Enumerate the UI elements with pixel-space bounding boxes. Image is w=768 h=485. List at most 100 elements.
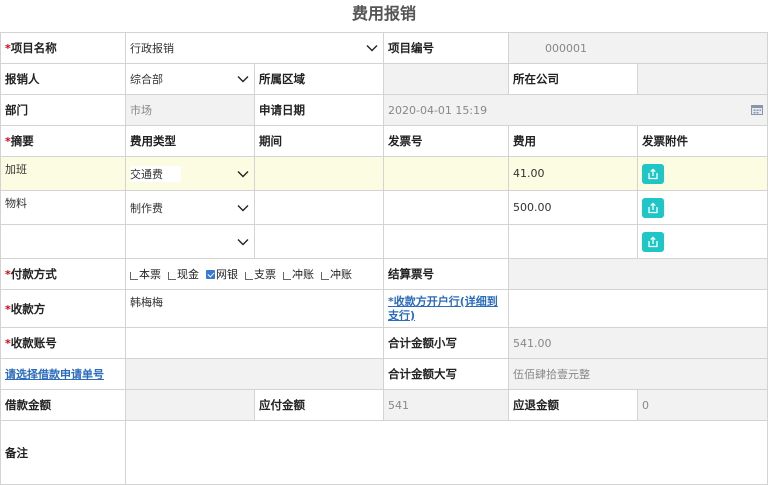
table-row — [0, 224, 768, 259]
upload-button[interactable] — [642, 231, 664, 252]
total-big-field: 伍佰肆拾壹元整 — [508, 358, 768, 390]
company-label: 所在公司 — [513, 72, 559, 86]
project-name-label: 项目名称 — [10, 41, 57, 55]
amount-input[interactable]: 41.00 — [508, 156, 638, 191]
upload-icon — [648, 167, 658, 179]
type-select[interactable]: 制作费 — [125, 190, 255, 225]
summary-input[interactable]: 加班 — [0, 156, 126, 191]
col-amount-header: 费用 — [513, 134, 536, 148]
payment-option-cheque[interactable]: 支票 — [245, 266, 276, 282]
checkbox-checked-icon — [206, 269, 215, 279]
upload-button[interactable] — [642, 163, 664, 184]
project-no-label-cell: 项目编号 — [383, 32, 509, 64]
apply-date-label: 申请日期 — [259, 103, 305, 117]
reporter-value: 综合部 — [130, 73, 163, 86]
chevron-down-icon — [237, 204, 249, 211]
loan-no-field — [125, 358, 384, 390]
amount-input[interactable]: 500.00 — [508, 190, 638, 225]
page-title: 费用报销 — [351, 4, 416, 23]
project-name-value: 行政报销 — [130, 42, 174, 55]
total-small-label: 合计金额小写 — [388, 336, 457, 350]
company-field — [637, 63, 768, 95]
total-big-label: 合计金额大写 — [388, 367, 457, 381]
payee-label: 收款方 — [10, 301, 46, 316]
amount-input[interactable] — [508, 224, 638, 259]
project-name-label-cell: *项目名称 — [0, 32, 126, 64]
checkbox-icon — [321, 272, 329, 280]
upload-icon — [648, 201, 658, 213]
chevron-down-icon — [366, 45, 378, 52]
settle-no-field — [508, 258, 768, 290]
type-select[interactable]: 交通费 — [125, 156, 255, 191]
checkbox-icon — [283, 272, 291, 280]
account-label: 收款账号 — [10, 336, 57, 350]
checkbox-icon — [168, 272, 176, 280]
loan-amount-field — [125, 389, 255, 421]
project-no-value: 000001 — [545, 41, 587, 55]
remark-label: 备注 — [5, 445, 28, 460]
region-field — [383, 63, 509, 95]
invoice-input[interactable] — [383, 190, 509, 225]
upload-icon — [648, 235, 658, 247]
dept-label: 部门 — [5, 103, 28, 117]
apply-date-field[interactable]: 2020-04-01 15:19 — [383, 94, 768, 126]
payment-option-bank-draft[interactable]: 本票 — [130, 266, 161, 282]
chevron-down-icon — [237, 238, 249, 245]
period-input[interactable] — [254, 224, 384, 259]
col-type-header: 费用类型 — [130, 134, 176, 148]
loan-select-link[interactable]: 请选择借款申请单号 — [5, 368, 104, 381]
type-select[interactable] — [125, 224, 255, 259]
project-no-label: 项目编号 — [388, 41, 434, 55]
loan-amount-label: 借款金额 — [5, 398, 51, 412]
col-attachment-header: 发票附件 — [642, 134, 688, 148]
summary-input[interactable] — [0, 224, 126, 259]
refund-label: 应退金额 — [513, 398, 559, 412]
refund-value: 0 — [642, 398, 649, 412]
calendar-icon[interactable] — [751, 104, 763, 115]
checkbox-icon — [245, 272, 253, 280]
payment-method-label: 付款方式 — [10, 267, 57, 281]
invoice-input[interactable] — [383, 224, 509, 259]
reporter-label: 报销人 — [5, 72, 40, 86]
col-period-header: 期间 — [259, 134, 282, 148]
invoice-input[interactable] — [383, 156, 509, 191]
payment-option-cash[interactable]: 现金 — [168, 266, 199, 282]
total-big-value: 伍佰肆拾壹元整 — [513, 368, 590, 381]
expense-form: *项目名称 行政报销 项目编号 000001 报销人 综合部 所属区域 所在公司 — [0, 32, 768, 485]
table-row: 物料 制作费 500.00 — [0, 190, 768, 225]
checkbox-icon — [130, 272, 138, 280]
region-label: 所属区域 — [259, 72, 305, 86]
refund-field: 0 — [637, 389, 768, 421]
payable-label: 应付金额 — [259, 398, 305, 412]
col-invoice-header: 发票号 — [388, 134, 423, 148]
reporter-select[interactable]: 综合部 — [125, 63, 255, 95]
payee-value: 韩梅梅 — [130, 296, 163, 309]
project-no-field: 000001 — [508, 32, 768, 64]
payee-bank-link[interactable]: *收款方开户行(详细到支行) — [388, 295, 498, 322]
project-name-select[interactable]: 行政报销 — [125, 32, 384, 64]
account-input[interactable] — [125, 327, 384, 359]
payable-value: 541 — [388, 398, 409, 412]
payment-option-online-bank[interactable]: 网银 — [206, 266, 238, 282]
total-small-field: 541.00 — [508, 327, 768, 359]
payment-method-options: 本票 现金 网银 支票 冲账 冲账 — [125, 258, 384, 290]
payment-option-offset-2[interactable]: 冲账 — [321, 266, 352, 282]
apply-date-value: 2020-04-01 15:19 — [388, 103, 488, 117]
chevron-down-icon — [237, 170, 249, 177]
dept-value: 市场 — [130, 104, 152, 117]
dept-field: 市场 — [125, 94, 255, 126]
total-small-value: 541.00 — [513, 336, 552, 350]
payee-input[interactable]: 韩梅梅 — [125, 289, 384, 328]
period-input[interactable] — [254, 156, 384, 191]
payee-bank-input[interactable] — [508, 289, 768, 328]
payment-option-offset-1[interactable]: 冲账 — [283, 266, 314, 282]
chevron-down-icon — [237, 76, 249, 83]
upload-button[interactable] — [642, 197, 664, 218]
settle-no-label: 结算票号 — [388, 267, 434, 281]
table-row: 加班 交通费 41.00 — [0, 156, 768, 191]
remark-textarea[interactable] — [125, 420, 768, 485]
period-input[interactable] — [254, 190, 384, 225]
col-summary-header: 摘要 — [10, 134, 34, 148]
payable-field: 541 — [383, 389, 509, 421]
summary-input[interactable]: 物料 — [0, 190, 126, 225]
